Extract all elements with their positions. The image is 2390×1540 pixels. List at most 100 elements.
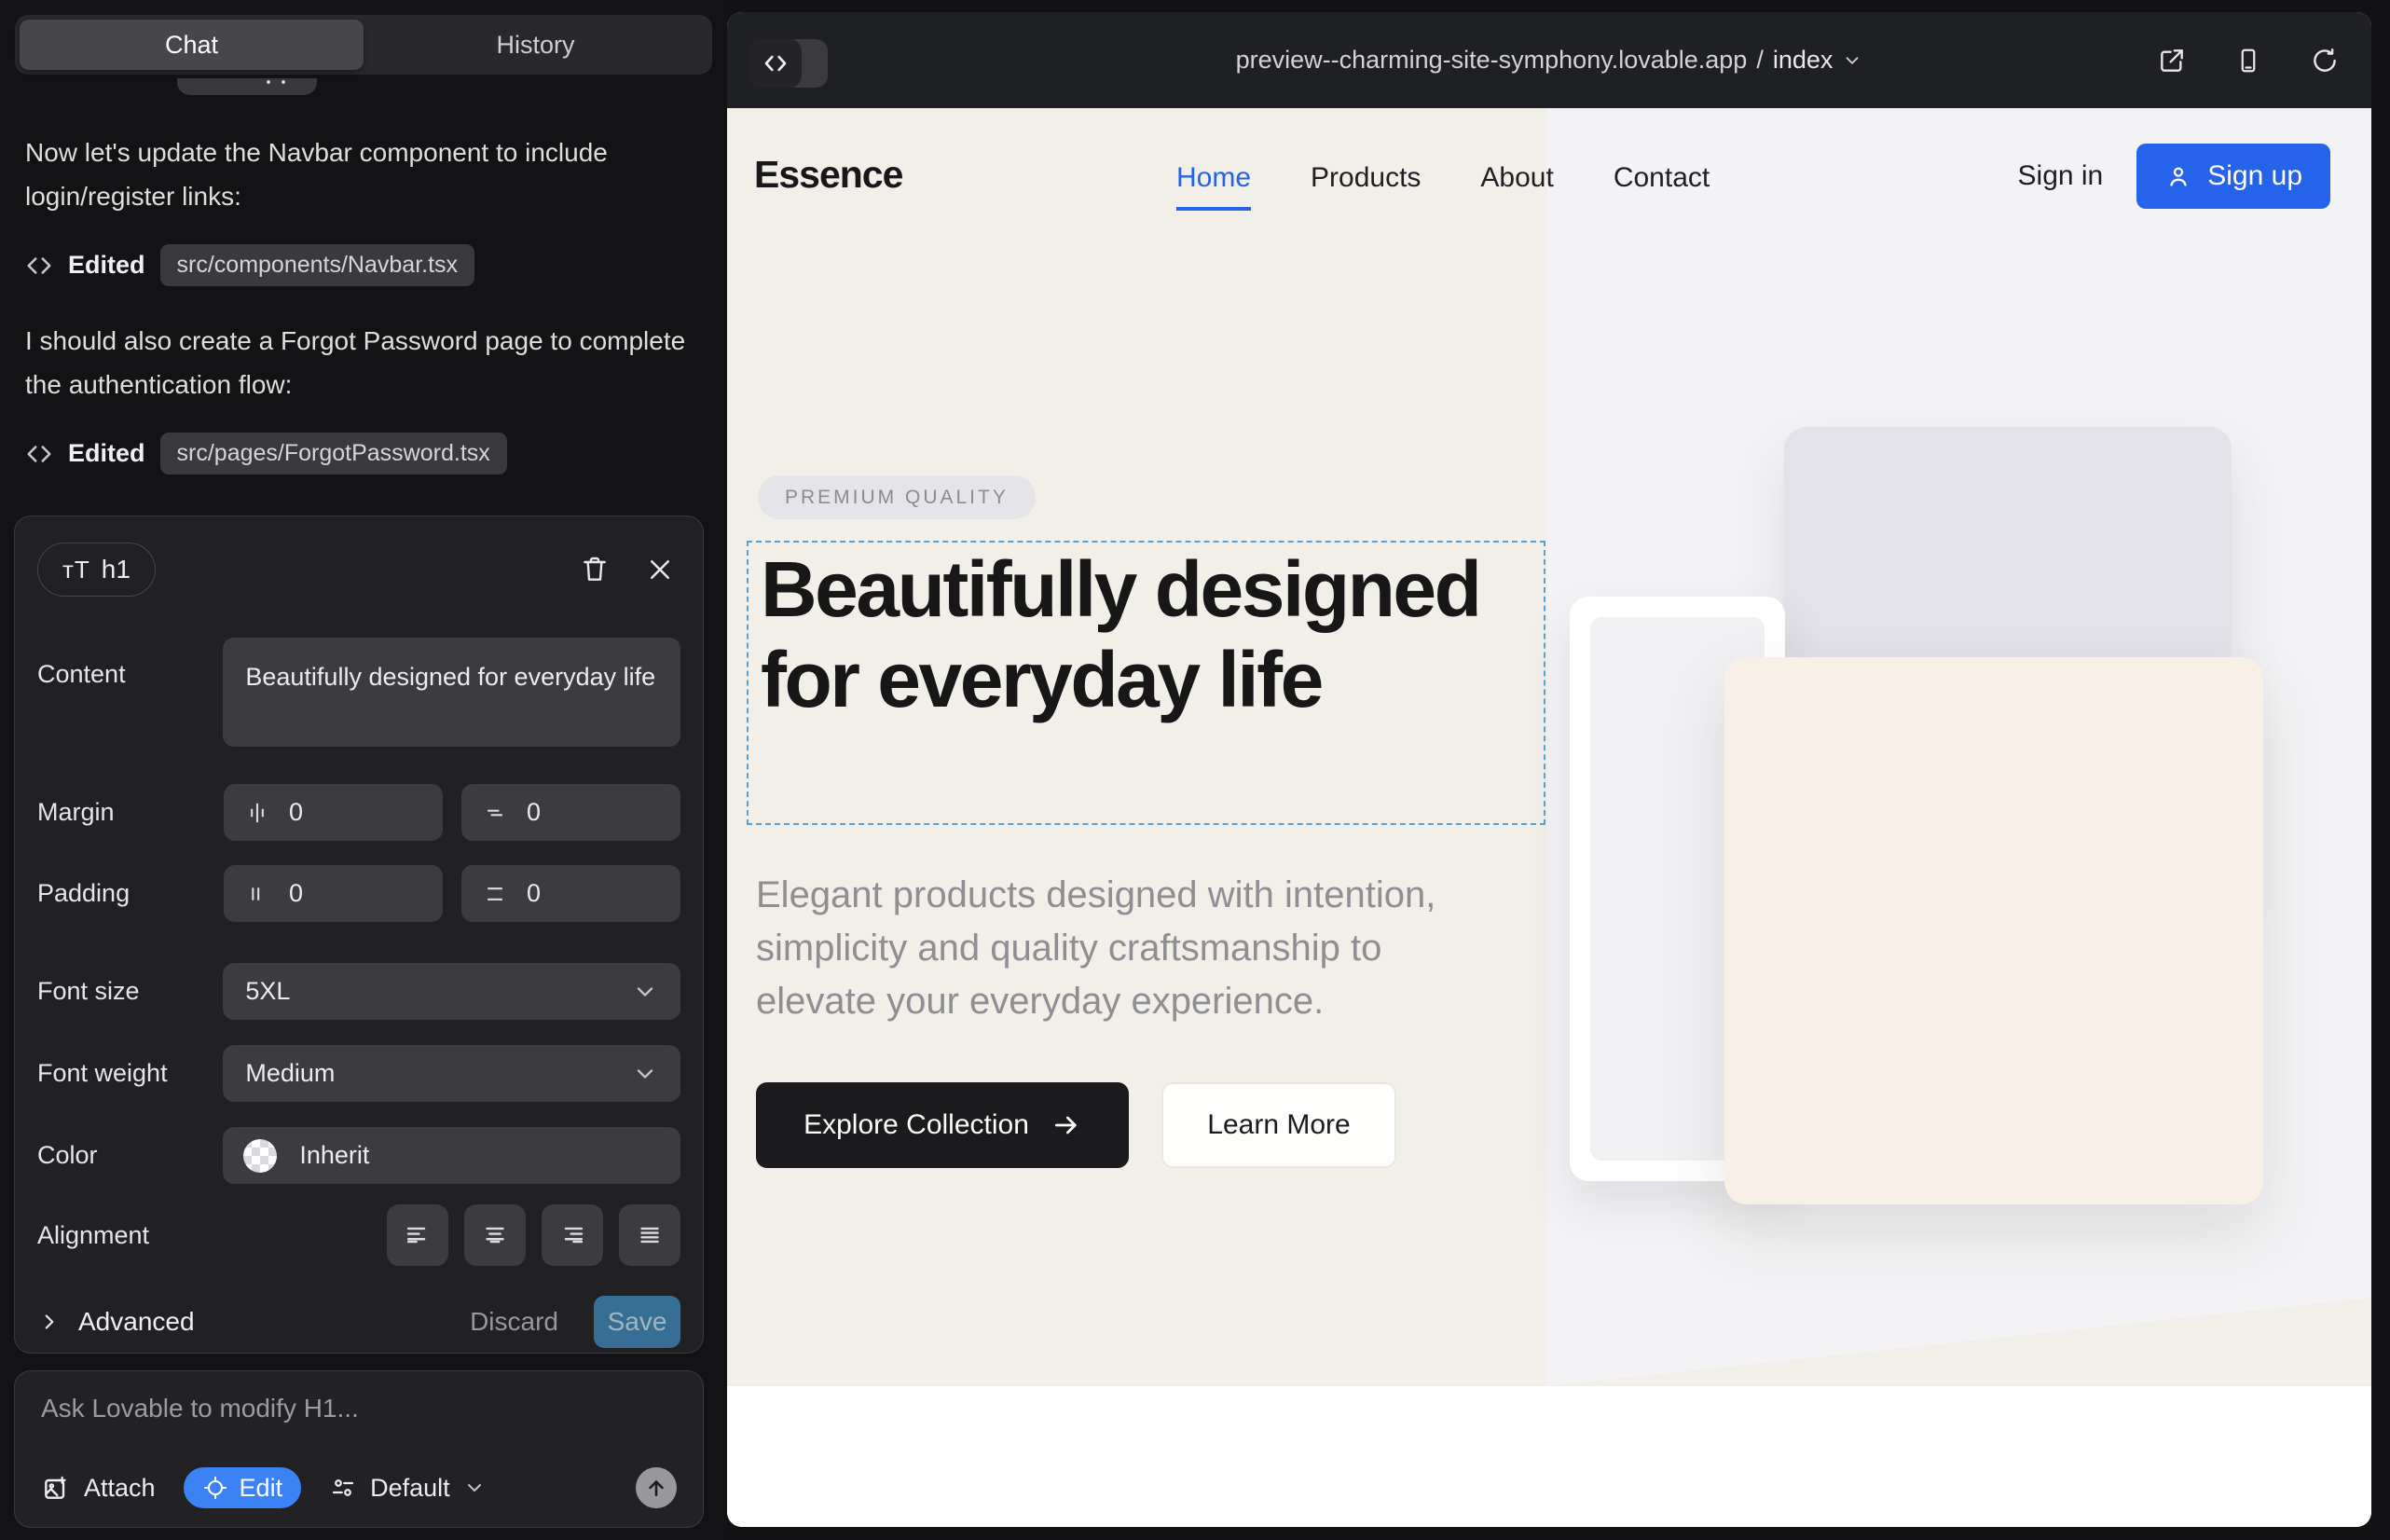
sign-in-link[interactable]: Sign in bbox=[2018, 160, 2104, 192]
alignment-label: Alignment bbox=[37, 1221, 224, 1250]
tab-chat[interactable]: Chat bbox=[20, 20, 364, 70]
chat-input[interactable] bbox=[41, 1394, 677, 1442]
nav-link-home[interactable]: Home bbox=[1176, 162, 1251, 211]
font-size-value: 5XL bbox=[245, 977, 632, 1006]
user-icon bbox=[2164, 162, 2192, 190]
chevron-right-icon bbox=[37, 1310, 62, 1334]
arrow-up-icon bbox=[644, 1476, 668, 1500]
attach-image-icon bbox=[41, 1473, 71, 1503]
color-label: Color bbox=[37, 1141, 223, 1170]
file-chip[interactable]: src/pages/ForgotPassword.tsx bbox=[160, 433, 507, 474]
site-canvas: Essence Home Products About Contact Sign… bbox=[727, 108, 2371, 1527]
chat-composer: Attach Edit Default bbox=[14, 1370, 704, 1528]
chat-message: Now let's update the Navbar component to… bbox=[25, 131, 687, 218]
padding-label: Padding bbox=[37, 879, 224, 908]
chat-message: I should also create a Forgot Password p… bbox=[25, 319, 687, 406]
external-link-icon bbox=[2157, 46, 2187, 76]
sign-up-label: Sign up bbox=[2207, 160, 2302, 192]
margin-label: Margin bbox=[37, 798, 224, 827]
content-label: Content bbox=[37, 638, 223, 689]
arrow-right-icon bbox=[1051, 1110, 1081, 1140]
site-logo[interactable]: Essence bbox=[754, 153, 902, 197]
selected-element-tag[interactable]: тT h1 bbox=[37, 543, 156, 597]
align-justify-button[interactable] bbox=[619, 1204, 680, 1266]
align-left-icon bbox=[402, 1219, 433, 1251]
default-mode-button[interactable]: Default bbox=[329, 1474, 486, 1503]
font-size-select[interactable]: 5XL bbox=[223, 963, 680, 1020]
save-button[interactable]: Save bbox=[594, 1296, 680, 1348]
content-textarea[interactable]: Beautifully designed for everyday life bbox=[223, 638, 680, 747]
explore-collection-label: Explore Collection bbox=[804, 1109, 1029, 1141]
align-left-button[interactable] bbox=[387, 1204, 448, 1266]
discard-button[interactable]: Discard bbox=[470, 1307, 558, 1337]
padding-x-value[interactable] bbox=[289, 879, 345, 908]
close-editor-button[interactable] bbox=[639, 549, 680, 590]
decor-card-cream bbox=[1724, 657, 2263, 1204]
learn-more-button[interactable]: Learn More bbox=[1161, 1082, 1396, 1168]
padding-y-input[interactable] bbox=[461, 865, 680, 922]
edited-file-row: Edited src/components/Navbar.tsx bbox=[25, 244, 474, 286]
advanced-toggle[interactable]: Advanced bbox=[37, 1307, 195, 1337]
edited-label: Edited bbox=[68, 439, 145, 468]
font-weight-value: Medium bbox=[245, 1059, 632, 1088]
explore-collection-button[interactable]: Explore Collection bbox=[756, 1082, 1129, 1168]
code-icon bbox=[25, 252, 53, 280]
preview-url-bar[interactable]: preview--charming-site-symphony.lovable.… bbox=[1236, 46, 1863, 75]
margin-y-input[interactable] bbox=[461, 784, 680, 841]
margin-x-value[interactable] bbox=[289, 798, 345, 827]
preview-topbar: preview--charming-site-symphony.lovable.… bbox=[727, 12, 2371, 108]
margin-vertical-icon bbox=[482, 800, 508, 826]
nav-link-about[interactable]: About bbox=[1480, 162, 1553, 211]
target-icon bbox=[202, 1475, 228, 1501]
trash-icon bbox=[580, 555, 610, 584]
edit-label: Edit bbox=[240, 1474, 283, 1503]
element-editor-panel: тT h1 Content Beautifully designed for e… bbox=[14, 516, 704, 1354]
align-center-icon bbox=[479, 1219, 511, 1251]
align-right-icon bbox=[556, 1219, 588, 1251]
preview-url: preview--charming-site-symphony.lovable.… bbox=[1236, 46, 1748, 75]
refresh-button[interactable] bbox=[2304, 40, 2345, 81]
code-view-toggle[interactable] bbox=[749, 39, 828, 88]
lovable-sidebar: Chat History Now let's update the Navbar… bbox=[0, 0, 727, 1540]
refresh-icon bbox=[2311, 47, 2339, 75]
mobile-device-icon bbox=[2234, 47, 2262, 75]
margin-x-input[interactable] bbox=[224, 784, 443, 841]
mobile-view-button[interactable] bbox=[2228, 40, 2269, 81]
delete-element-button[interactable] bbox=[574, 549, 615, 590]
preview-page: index bbox=[1773, 46, 1834, 75]
sign-up-button[interactable]: Sign up bbox=[2136, 144, 2330, 209]
padding-x-input[interactable] bbox=[224, 865, 443, 922]
align-justify-icon bbox=[634, 1219, 666, 1251]
file-chip[interactable]: src/components/Navbar.tsx bbox=[160, 244, 475, 286]
nav-link-contact[interactable]: Contact bbox=[1614, 162, 1710, 211]
premium-quality-badge: PREMIUM QUALITY bbox=[758, 475, 1036, 519]
edited-file-row: Edited src/pages/ForgotPassword.tsx bbox=[25, 433, 507, 474]
tab-history[interactable]: History bbox=[364, 20, 707, 70]
color-picker[interactable]: Inherit bbox=[223, 1127, 680, 1184]
edit-mode-button[interactable]: Edit bbox=[184, 1467, 302, 1508]
font-size-label: Font size bbox=[37, 977, 223, 1006]
color-value: Inherit bbox=[299, 1141, 369, 1170]
default-label: Default bbox=[370, 1474, 450, 1503]
hero-heading[interactable]: Beautifully designed for everyday life bbox=[761, 544, 1544, 725]
align-center-button[interactable] bbox=[464, 1204, 526, 1266]
attach-button[interactable]: Attach bbox=[41, 1473, 156, 1503]
chat-history-tabs: Chat History bbox=[15, 15, 712, 75]
align-right-button[interactable] bbox=[542, 1204, 603, 1266]
nav-link-products[interactable]: Products bbox=[1311, 162, 1421, 211]
chevron-down-icon bbox=[1842, 50, 1862, 71]
typography-icon: тT bbox=[62, 556, 90, 584]
code-icon bbox=[762, 49, 790, 77]
preview-window: preview--charming-site-symphony.lovable.… bbox=[727, 12, 2371, 1527]
hero-section: Essence Home Products About Contact Sign… bbox=[727, 108, 2371, 1386]
chevron-down-icon bbox=[632, 979, 658, 1005]
site-navbar: Essence Home Products About Contact Sign… bbox=[727, 108, 2371, 248]
send-button[interactable] bbox=[636, 1467, 677, 1508]
open-external-button[interactable] bbox=[2151, 40, 2192, 81]
attach-label: Attach bbox=[84, 1474, 156, 1503]
font-weight-select[interactable]: Medium bbox=[223, 1045, 680, 1102]
margin-horizontal-icon bbox=[244, 800, 270, 826]
margin-y-value[interactable] bbox=[527, 798, 583, 827]
close-icon bbox=[646, 556, 674, 584]
padding-y-value[interactable] bbox=[527, 879, 583, 908]
